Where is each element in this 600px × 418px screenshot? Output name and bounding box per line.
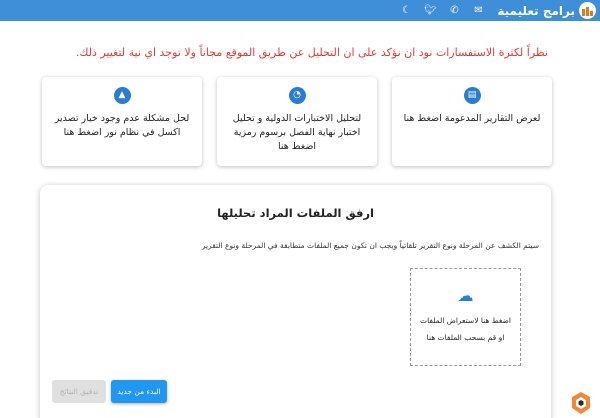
- dropzone-browse-text: اضغط هنا لاستعراض الملفات: [420, 316, 511, 325]
- whatsapp-icon[interactable]: ✆: [448, 2, 461, 19]
- upload-panel: ارفق الملفات المراد تحليلها سيتم الكشف ع…: [40, 185, 551, 418]
- check-results-button[interactable]: تدقيق النتائج: [52, 380, 106, 403]
- twitter-icon[interactable]: 🐦︎: [424, 2, 437, 19]
- card-text: لعرض التقارير المدعومة اضغط هنا: [403, 113, 541, 124]
- bar-chart-logo-icon: [579, 2, 596, 19]
- brand-link[interactable]: برامج تعليمية: [497, 1, 596, 20]
- cloud-upload-icon: ☁: [457, 286, 474, 305]
- card-text: لحل مشكلة عدم وجود خيار تصدير اكسل في نظ…: [54, 113, 190, 138]
- notice-text: نظراً لكثرة الاستفسارات نود ان نؤكد على …: [75, 46, 548, 59]
- card-supported-reports[interactable]: ▤ لعرض التقارير المدعومة اضغط هنا: [392, 77, 552, 166]
- card-excel-export[interactable]: ▲ لحل مشكلة عدم وجود خيار تصدير اكسل في …: [42, 77, 202, 166]
- moon-icon[interactable]: ☾: [400, 2, 413, 19]
- upload-description: سيتم الكشف عن المرحلة ونوع التقرير تلقائ…: [201, 241, 539, 250]
- warning-icon: ▲: [113, 87, 131, 104]
- upload-title: ارفق الملفات المراد تحليلها: [217, 206, 374, 220]
- top-navbar: ☾ 🐦︎ ✆ ✉ برامج تعليمية: [0, 0, 600, 21]
- brand-title: برامج تعليمية: [497, 3, 575, 18]
- file-dropzone[interactable]: ☁ اضغط هنا لاستعراض الملفات او قم بسحب ا…: [410, 268, 521, 366]
- chart-pie-icon: ◔: [288, 87, 306, 104]
- card-international-tests[interactable]: ◔ لتحليل الاختبارات الدولية و تحليل اختب…: [217, 77, 377, 166]
- site-logo-icon: [570, 390, 592, 416]
- social-links: ☾ 🐦︎ ✆ ✉: [400, 2, 485, 19]
- dropzone-drag-text: او قم بسحب الملفات هنا: [426, 333, 505, 342]
- document-icon: ▤: [463, 87, 481, 104]
- restart-button[interactable]: البدء من جديد: [111, 380, 167, 403]
- email-icon[interactable]: ✉: [472, 2, 485, 19]
- card-text: لتحليل الاختبارات الدولية و تحليل اختبار…: [232, 113, 362, 152]
